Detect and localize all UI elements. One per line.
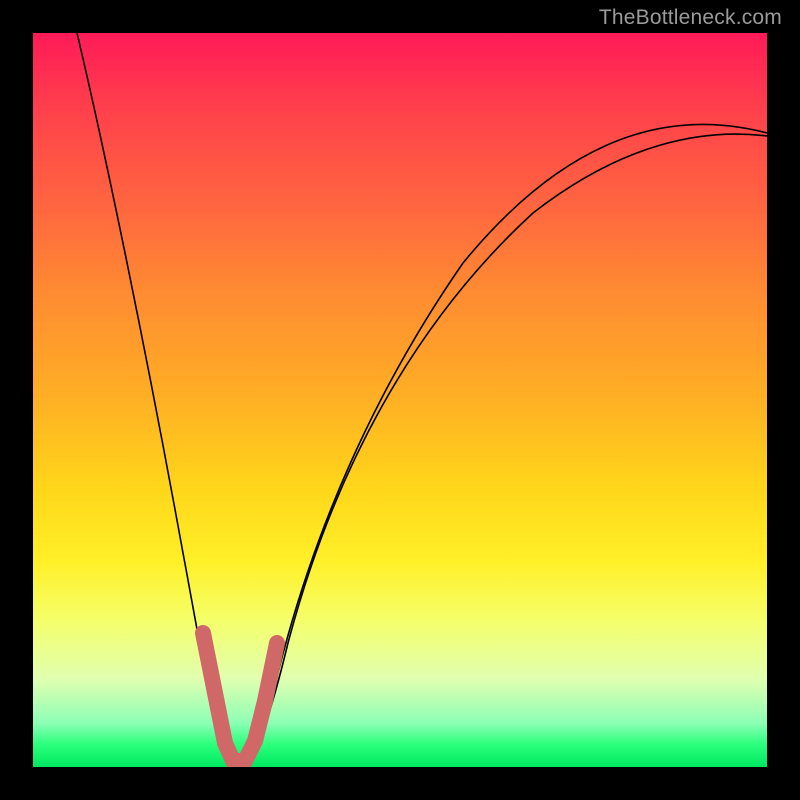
bottleneck-curve-right bbox=[243, 134, 767, 763]
bottleneck-curve bbox=[77, 33, 767, 763]
chart-frame: TheBottleneck.com bbox=[0, 0, 800, 800]
curve-layer bbox=[33, 33, 767, 767]
watermark-text: TheBottleneck.com bbox=[599, 6, 782, 30]
plot-area bbox=[33, 33, 767, 767]
highlight-segment bbox=[203, 633, 277, 761]
